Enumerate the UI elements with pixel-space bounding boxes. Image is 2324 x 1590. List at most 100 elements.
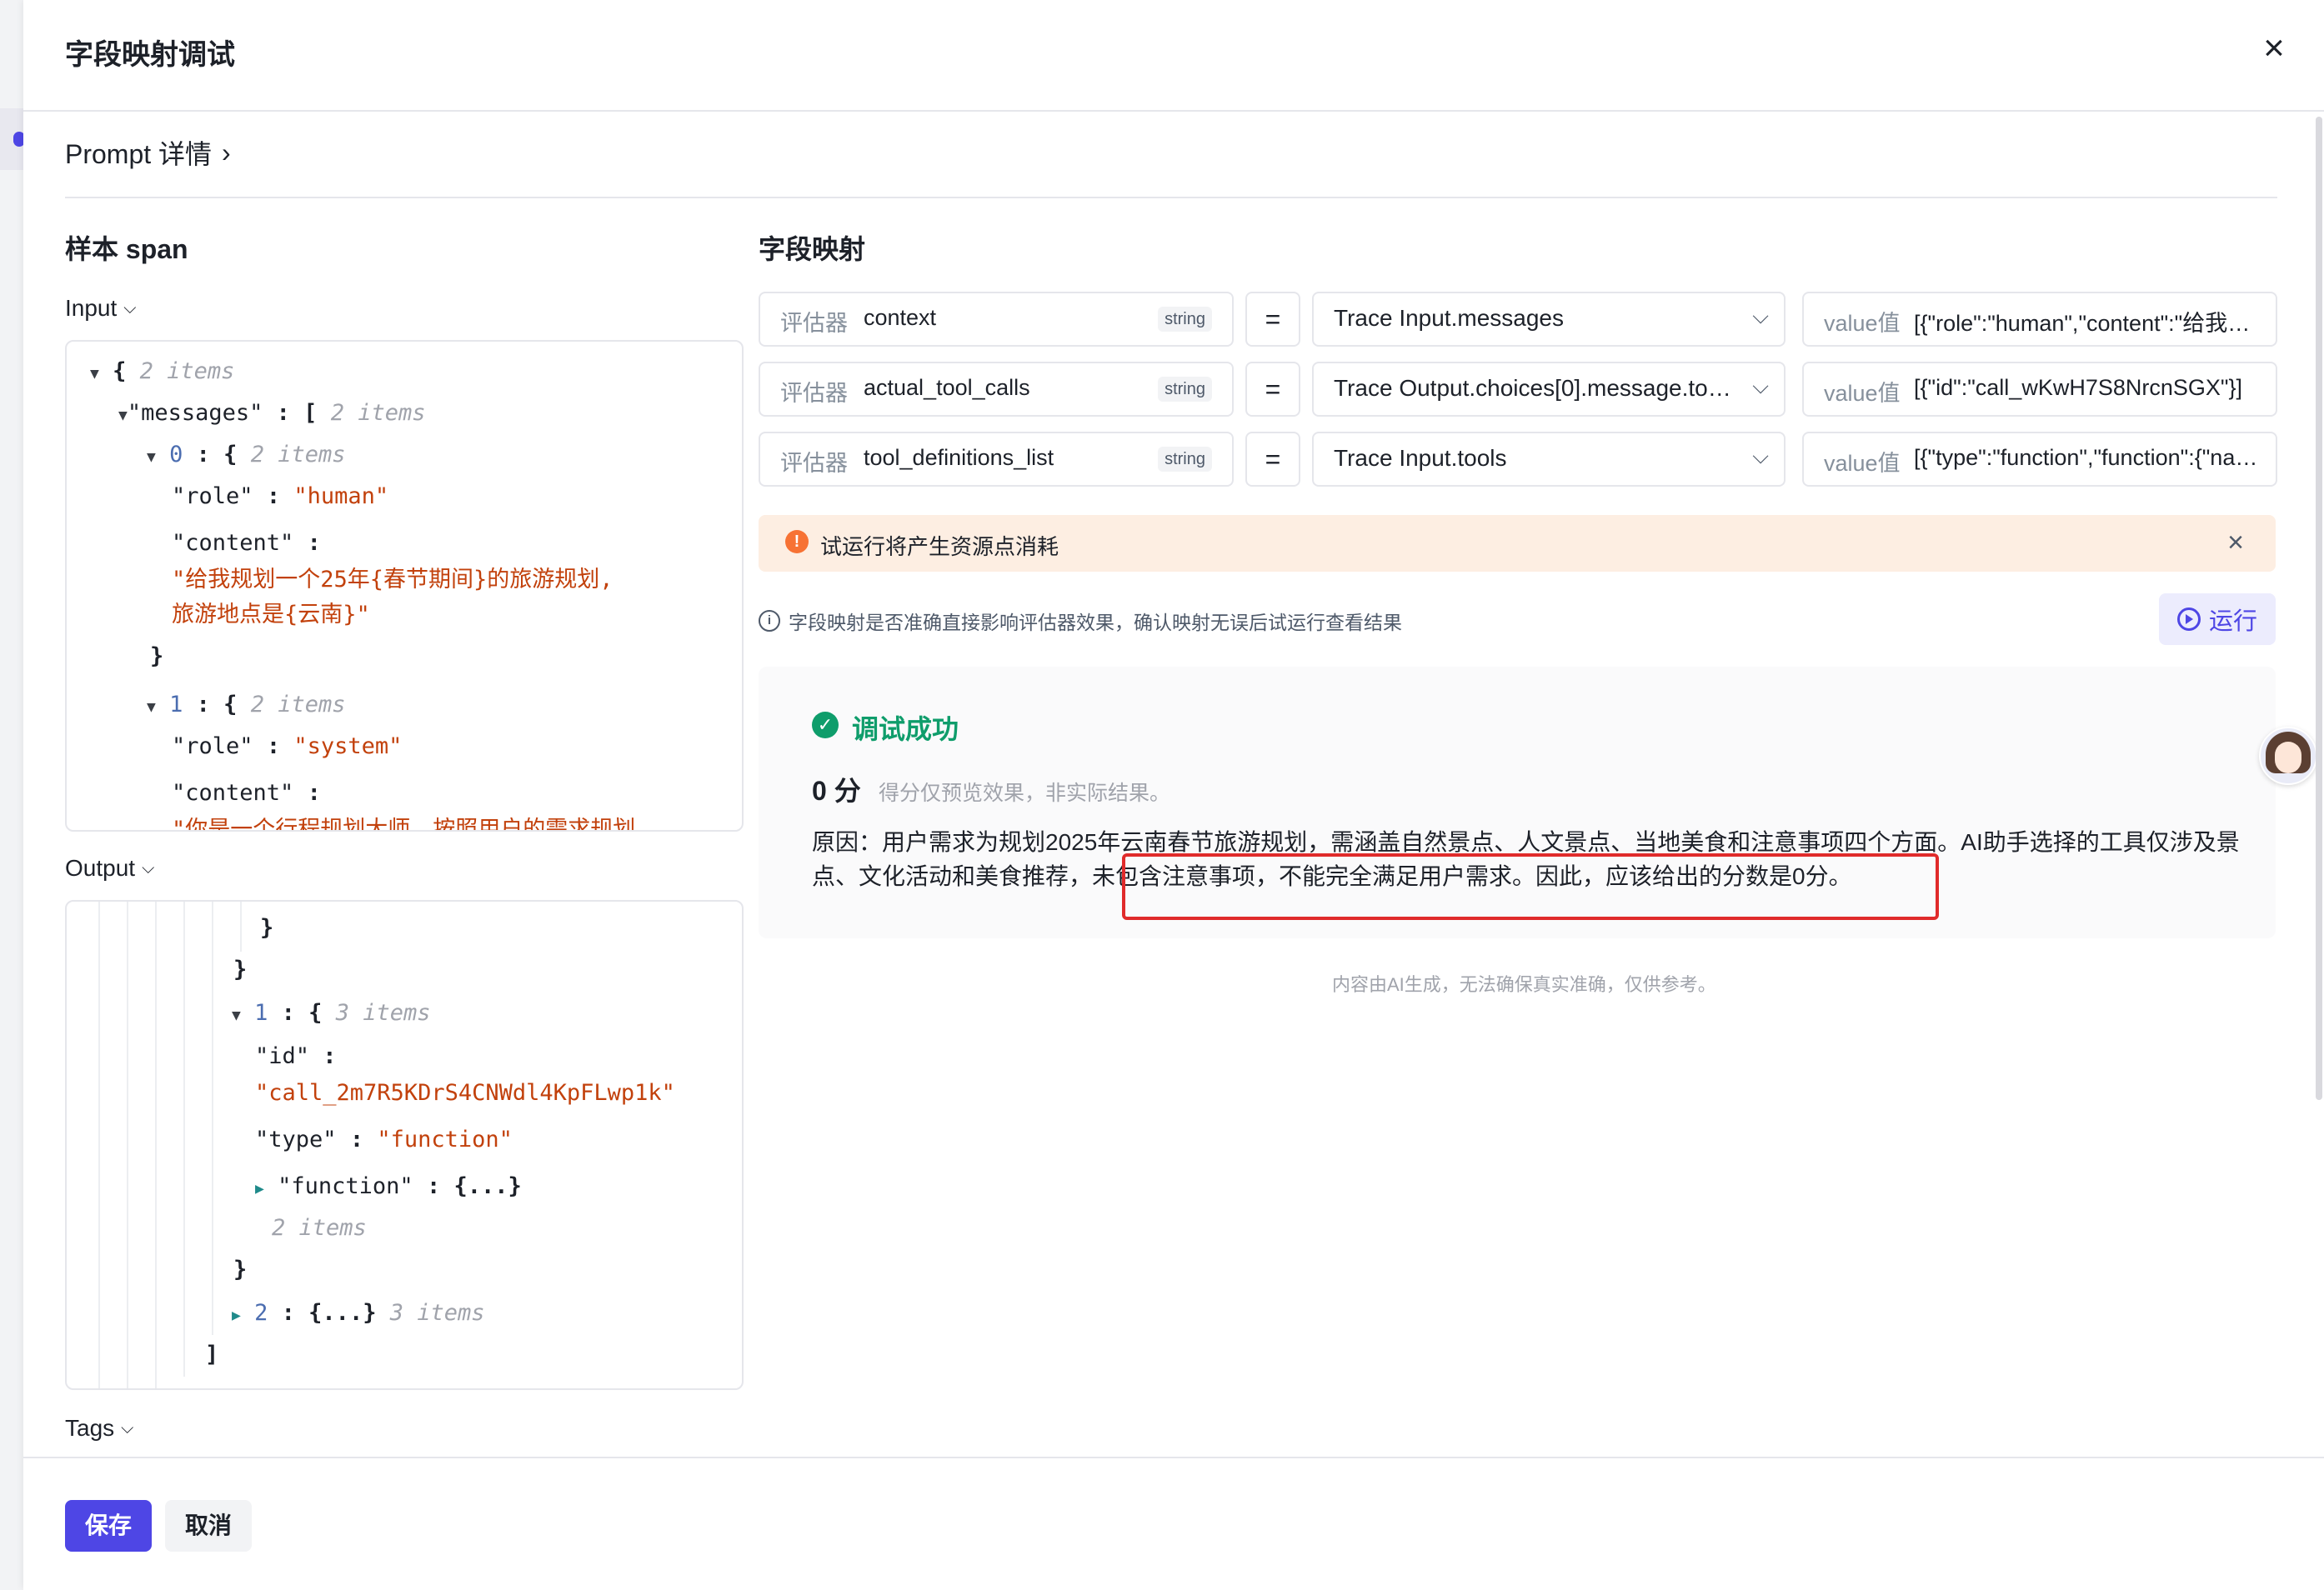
source-select[interactable]: Trace Input.tools ⌵ [1312,432,1786,487]
input-toggle[interactable]: Input ⌵ [65,295,136,322]
collapse-triangle-icon[interactable]: ▼ [232,1007,241,1024]
collapse-triangle-icon[interactable]: ▼ [118,407,128,424]
collapse-triangle-icon[interactable]: ▼ [147,698,156,716]
evaluator-field-name: tool_definitions_list [864,445,1054,470]
content-value-partial: "你是一个行程规划大师，按照用户的需求规划 [172,817,636,832]
prompt-detail-label: Prompt 详情 [65,139,213,169]
item1-index: 1 [169,692,183,718]
chevron-down-icon: ⌵ [142,858,155,878]
collapse-triangle-icon[interactable]: ▼ [90,365,99,382]
field-mapping-debug-modal: 字段映射调试 × Prompt 详情 › 样本 span Input ⌵ ▼ {… [23,0,2324,1590]
play-circle-icon [2176,608,2201,631]
run-button[interactable]: 运行 [2159,593,2276,645]
role-value: "human" [293,483,389,509]
value-text: [{"role":"human","content":"给我规划一个25年{春节… [1914,311,2264,336]
modal-footer: 保存 取消 [23,1457,2324,1590]
cost-warning-banner: ! 试运行将产生资源点消耗 × [759,515,2276,572]
save-button[interactable]: 保存 [65,1500,152,1552]
divider [65,197,2277,198]
output-toggle[interactable]: Output ⌵ [65,855,154,882]
evaluator-prefix: 评估器 [780,381,848,406]
type-tag: string [1158,447,1212,472]
side-tab-indicator [0,108,25,170]
value-prefix: value值 [1824,311,1901,336]
expand-triangle-icon[interactable]: ▶ [232,1307,241,1324]
chevron-down-icon: ⌵ [1752,373,1769,398]
function-key: "function" [278,1173,413,1199]
evaluator-prefix: 评估器 [780,311,848,336]
source-select[interactable]: Trace Output.choices[0].message.tool_cal… [1312,362,1786,417]
type-tag: string [1158,377,1212,402]
item1-meta: 2 items [250,692,346,718]
indent-guide [98,902,100,1388]
content-key: "content" [172,780,294,806]
ai-disclaimer: 内容由AI生成，无法确保真实准确，仅供参考。 [1332,974,1716,995]
value-prefix: value值 [1824,381,1901,406]
value-prefix: value值 [1824,451,1901,476]
value-preview: value值 [{"id":"call_wKwH7S8NrcnSGX"}] [1802,362,2277,417]
warning-text: 试运行将产生资源点消耗 [820,534,1059,559]
evaluator-field: 评估器 actual_tool_calls string [759,362,1234,417]
score-note: 得分仅预览效果，非实际结果。 [879,782,1171,805]
field-mapping-title: 字段映射 [759,234,866,264]
type-key: "type" [255,1127,337,1152]
modal-header: 字段映射调试 × [23,0,2324,112]
role-key: "role" [172,483,253,509]
id-value: "call_2m7R5KDrS4CNWdl4KpFLwp1k" [255,1080,675,1106]
role-key: "role" [172,733,253,759]
item0-index: 0 [169,442,183,468]
type-tag: string [1158,307,1212,332]
indent-guide [127,902,128,1388]
close-icon[interactable]: × [2227,527,2244,559]
prompt-detail-link[interactable]: Prompt 详情 › [65,133,231,172]
chevron-right-icon: › [222,137,231,168]
indent-guide [155,902,157,1388]
tags-label: Tags [65,1415,115,1441]
avatar-face [2275,742,2301,773]
messages-meta: 2 items [330,400,426,426]
output-json-viewer[interactable]: } } ▼ 1 : { 3 items "id" : "call_2m7R5KD… [65,900,744,1390]
modal-title: 字段映射调试 [65,39,235,71]
source-value: Trace Output.choices[0].message.tool_cal… [1334,375,1734,401]
info-icon: i [759,610,780,632]
source-select[interactable]: Trace Input.messages ⌵ [1312,292,1786,347]
value-text: [{"type":"function","function":{"name"}}… [1914,445,2264,470]
expand-triangle-icon[interactable]: ▶ [255,1180,264,1198]
source-value: Trace Input.tools [1334,445,1507,471]
indent-guide [240,902,242,952]
item1-index: 1 [254,1000,268,1026]
function-collapsed[interactable]: {...} [453,1173,521,1199]
evaluator-field: 评估器 context string [759,292,1234,347]
info-text: 字段映射是否准确直接影响评估器效果，确认映射无误后试运行查看结果 [789,612,1402,633]
id-key: "id" [255,1043,310,1069]
chevron-down-icon: ⌵ [1752,303,1769,328]
evaluator-field-name: context [864,305,937,330]
evaluator-field: 评估器 tool_definitions_list string [759,432,1234,487]
input-label: Input [65,295,118,321]
chevron-down-icon: ⌵ [1752,443,1769,468]
content-value-line2: 旅游地点是{云南}" [172,602,370,628]
messages-key: "messages" [127,400,263,426]
tags-toggle[interactable]: Tags ⌵ [65,1415,133,1442]
source-value: Trace Input.messages [1334,305,1564,331]
equals-sign: = [1245,432,1300,487]
check-circle-icon: ✓ [812,712,839,738]
input-json-viewer[interactable]: ▼ { 2 items ▼"messages" : [ 2 items ▼ 0 … [65,340,744,832]
close-icon[interactable]: × [2259,30,2289,67]
content-value-line1: "给我规划一个25年{春节期间}的旅游规划, [172,567,614,592]
highlight-annotation-box [1122,853,1939,920]
result-status: 调试成功 [852,714,959,744]
equals-sign: = [1245,292,1300,347]
cancel-button[interactable]: 取消 [165,1500,252,1552]
value-preview: value值 [{"role":"human","content":"给我规划一个… [1802,292,2277,347]
collapse-triangle-icon[interactable]: ▼ [147,448,156,466]
assistant-avatar[interactable] [2259,727,2317,785]
equals-sign: = [1245,362,1300,417]
root-meta: 2 items [139,358,235,384]
item2-index: 2 [254,1300,268,1326]
output-label: Output [65,855,136,881]
warning-icon: ! [785,530,809,553]
item2-collapsed[interactable]: {...} [308,1300,376,1326]
function-meta: 2 items [272,1215,367,1241]
scrollbar[interactable] [2316,117,2322,1100]
